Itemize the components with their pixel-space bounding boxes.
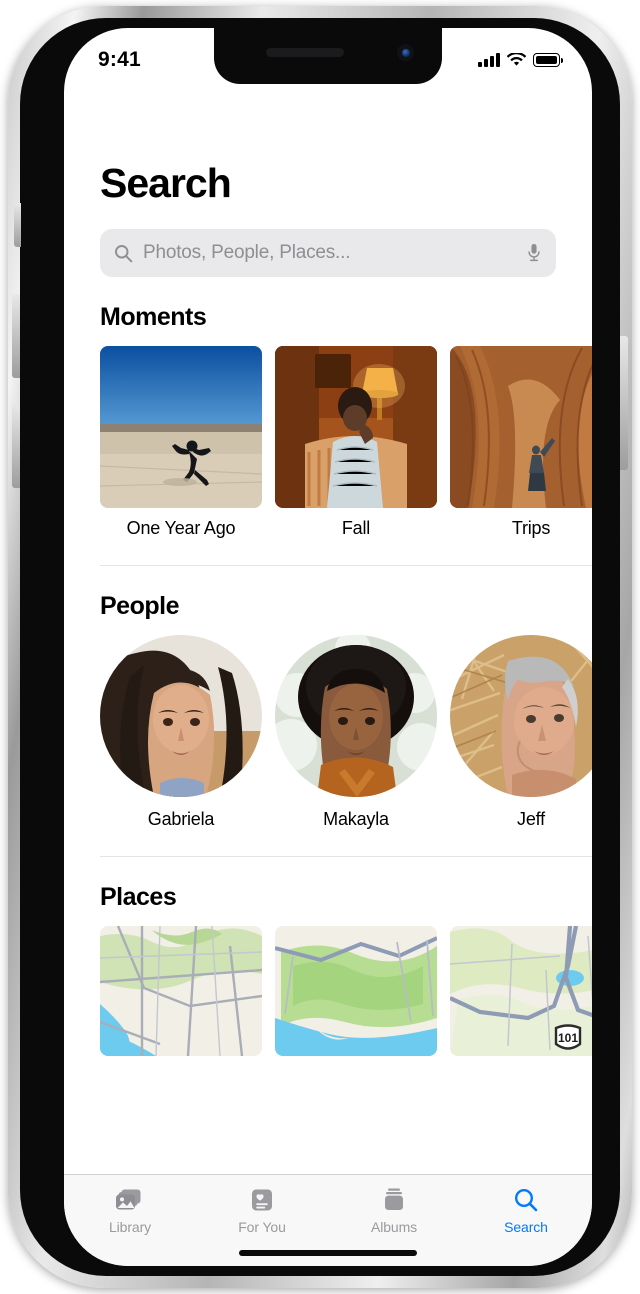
section-title-places: Places (100, 883, 177, 911)
volume-down-button[interactable] (12, 404, 20, 488)
tab-label: For You (238, 1219, 286, 1235)
section-moments: Moments One Year Ago Fall Trips (64, 277, 592, 566)
albums-stack-icon (381, 1186, 407, 1214)
avatar (450, 635, 592, 797)
tab-label: Albums (370, 1219, 418, 1235)
tab-label: Library (108, 1219, 152, 1235)
moment-label: Trips (511, 518, 551, 538)
place-thumbnail (100, 926, 262, 1056)
magnifier-icon (513, 1186, 539, 1214)
person-label: Makayla (323, 809, 389, 829)
phone-screen: 9:41 Search Photos, People, Places... Mo… (64, 28, 592, 1266)
earpiece-speaker-icon (266, 48, 344, 57)
moment-thumbnail (450, 346, 592, 508)
svg-text:101: 101 (558, 1031, 578, 1045)
screenshot-stage: 9:41 Search Photos, People, Places... Mo… (0, 0, 640, 1294)
battery-icon (533, 53, 563, 67)
highway-shield-icon: 101 (554, 1024, 582, 1050)
moment-thumbnail (275, 346, 437, 508)
moment-card[interactable]: Trips (450, 346, 592, 539)
status-bar-time: 9:41 (98, 48, 141, 71)
place-card[interactable]: 101 (450, 926, 592, 1056)
heart-card-icon (250, 1186, 274, 1214)
status-bar-indicators (478, 45, 563, 67)
photo-stack-icon (115, 1186, 145, 1214)
moment-thumbnail (100, 346, 262, 508)
wifi-icon (507, 53, 526, 66)
place-thumbnail: 101 (450, 926, 592, 1056)
home-indicator[interactable] (239, 1250, 417, 1256)
tab-label: Search (504, 1219, 548, 1235)
microphone-icon[interactable] (525, 242, 543, 264)
person-label: Gabriela (147, 809, 215, 829)
places-scroller[interactable]: 101 (64, 912, 592, 1056)
person-card[interactable]: Makayla (275, 635, 437, 830)
place-card[interactable] (275, 926, 437, 1056)
people-scroller[interactable]: Gabriela Makayla Jeff (64, 621, 592, 830)
person-card[interactable]: Jeff (450, 635, 592, 830)
section-places: Places 101 (64, 857, 592, 1056)
moment-card[interactable]: Fall (275, 346, 437, 539)
search-screen-content: Search Photos, People, Places... Moments… (64, 28, 592, 1266)
section-title-moments: Moments (100, 303, 207, 331)
side-power-button[interactable] (620, 336, 628, 470)
moment-label: Fall (341, 518, 371, 538)
tab-library[interactable]: Library (64, 1175, 196, 1235)
mute-switch-button[interactable] (14, 203, 21, 247)
device-frame: 9:41 Search Photos, People, Places... Mo… (8, 6, 632, 1288)
tab-for-you[interactable]: For You (196, 1175, 328, 1235)
search-icon (115, 244, 133, 262)
search-placeholder: Photos, People, Places... (143, 242, 351, 263)
person-label: Jeff (517, 809, 545, 829)
cellular-signal-icon (478, 53, 500, 67)
volume-up-button[interactable] (12, 294, 20, 378)
avatar (100, 635, 262, 797)
section-title-people: People (100, 592, 179, 620)
moments-scroller[interactable]: One Year Ago Fall Trips (64, 332, 592, 539)
avatar (275, 635, 437, 797)
place-thumbnail (275, 926, 437, 1056)
tab-search[interactable]: Search (460, 1175, 592, 1235)
search-input[interactable]: Photos, People, Places... (100, 229, 556, 277)
section-people: People Gabriela Makayla Jeff (64, 566, 592, 857)
tab-albums[interactable]: Albums (328, 1175, 460, 1235)
place-card[interactable] (100, 926, 262, 1056)
person-card[interactable]: Gabriela (100, 635, 262, 830)
moment-label: One Year Ago (126, 518, 236, 538)
page-title: Search (100, 160, 232, 206)
moment-card[interactable]: One Year Ago (100, 346, 262, 539)
front-camera-icon (397, 44, 414, 61)
notch (214, 28, 442, 84)
